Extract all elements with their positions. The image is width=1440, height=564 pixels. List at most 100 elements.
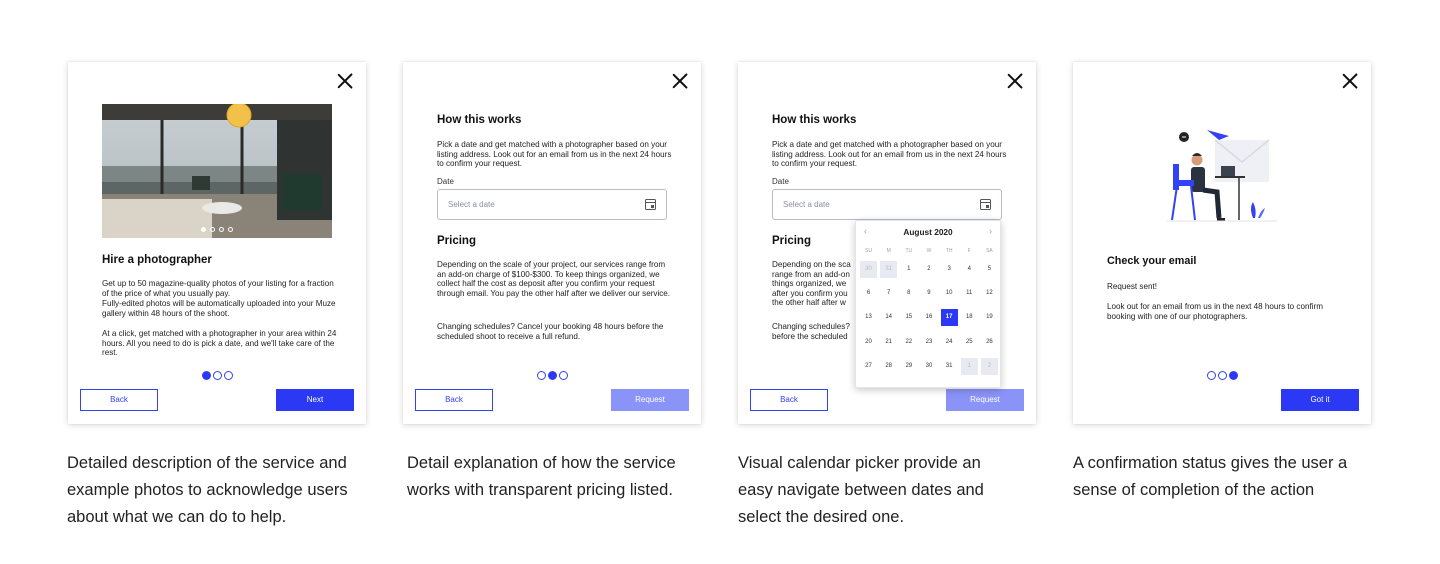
calendar-day[interactable]: 12 <box>981 285 998 302</box>
date-placeholder: Select a date <box>783 200 830 209</box>
caption-step-2: Detail explanation of how the service wo… <box>407 454 676 499</box>
next-button[interactable]: Next <box>276 389 354 411</box>
calendar-day[interactable]: 19 <box>981 309 998 326</box>
calendar-day[interactable]: 20 <box>860 334 877 351</box>
request-button[interactable]: Request <box>946 389 1024 411</box>
confirmation-title: Check your email <box>1107 255 1197 267</box>
step-dot-active <box>547 371 557 380</box>
calendar-day[interactable]: 31 <box>941 358 958 375</box>
calendar-day[interactable]: 15 <box>900 309 917 326</box>
how-this-works-text: Pick a date and get matched with a photo… <box>772 140 1007 169</box>
date-label: Date <box>437 177 454 186</box>
calendar-day[interactable]: 16 <box>920 309 937 326</box>
calendar-day[interactable]: 4 <box>961 261 978 278</box>
close-icon[interactable] <box>336 72 354 90</box>
request-status: Request sent! <box>1107 282 1157 291</box>
calendar-day[interactable]: 9 <box>920 285 937 302</box>
calendar-day[interactable]: 10 <box>941 285 958 302</box>
calendar-day[interactable]: 25 <box>961 334 978 351</box>
calendar-day-outside: 2 <box>980 357 998 375</box>
date-picker-field[interactable]: Select a date <box>437 189 667 220</box>
carousel-dot[interactable] <box>219 227 224 232</box>
step-dot <box>536 371 546 380</box>
weekday-label: SU <box>865 248 872 254</box>
step-dot <box>1206 371 1216 380</box>
intro-paragraph-2: Fully-edited photos will be automaticall… <box>102 299 336 318</box>
how-this-works-heading: How this works <box>437 114 522 126</box>
confirmation-modal: Check your email Request sent! Look out … <box>1073 62 1371 424</box>
step-dot <box>1217 371 1227 380</box>
calendar-day[interactable]: 8 <box>900 285 917 302</box>
pricing-heading: Pricing <box>437 235 476 247</box>
request-button[interactable]: Request <box>611 389 689 411</box>
weekday-label: TU <box>905 248 913 254</box>
cancellation-text: Changing schedules? Cancel your booking … <box>437 322 664 341</box>
caption-step-3: Visual calendar picker provide an easy n… <box>738 454 984 526</box>
calendar-day-outside: 30 <box>860 260 877 278</box>
caption-step-4: A confirmation status gives the user a s… <box>1073 454 1348 499</box>
step-dot <box>558 371 568 380</box>
step-indicator <box>403 371 701 380</box>
calendar-day[interactable]: 29 <box>900 358 917 375</box>
step-dot <box>223 371 233 380</box>
back-button[interactable]: Back <box>415 389 493 411</box>
living-room-photo <box>102 104 332 238</box>
calendar-day[interactable]: 11 <box>961 285 978 302</box>
carousel-dot[interactable] <box>210 227 215 232</box>
step-dot-active <box>201 371 211 380</box>
got-it-button[interactable]: Got it <box>1281 389 1359 411</box>
close-icon[interactable] <box>671 72 689 90</box>
weekday-label: W <box>926 248 932 254</box>
carousel-dot[interactable] <box>228 227 233 232</box>
calendar-day[interactable]: 22 <box>900 334 917 351</box>
pricing-line: Depending on the sca <box>772 260 851 269</box>
calendar-day[interactable]: 24 <box>941 334 958 351</box>
how-it-works-modal: How this works Pick a date and get match… <box>403 62 701 424</box>
back-button[interactable]: Back <box>80 389 158 411</box>
calendar-day[interactable]: 14 <box>880 309 897 326</box>
weekday-label: F <box>967 248 971 254</box>
calendar-day[interactable]: 13 <box>860 309 877 326</box>
weekday-label: SA <box>986 248 993 254</box>
email-sent-illustration <box>1167 130 1277 222</box>
listing-photo-carousel[interactable] <box>102 104 332 238</box>
weekday-label: M <box>886 248 891 254</box>
calendar-grid: SU M TU W TH F SA 30 31 1 2 3 4 5 6 7 8 9 10 11 12 13 14 15 16 17… <box>860 245 998 378</box>
calendar-day[interactable]: 28 <box>880 358 897 375</box>
cancellation-line: Changing schedules? <box>772 322 850 331</box>
date-placeholder: Select a date <box>448 200 495 209</box>
calendar-day[interactable]: 18 <box>961 309 978 326</box>
pricing-line: things organized, we <box>772 279 847 289</box>
calendar-day[interactable]: 3 <box>941 261 958 278</box>
calendar-day[interactable]: 1 <box>900 261 917 278</box>
step-indicator <box>68 371 366 380</box>
calendar-day[interactable]: 7 <box>880 285 897 302</box>
calendar-day-selected[interactable]: 17 <box>940 309 958 327</box>
cancellation-text-truncated: Changing schedules? before the scheduled <box>772 322 858 341</box>
calendar-day[interactable]: 21 <box>880 334 897 351</box>
pricing-line: the other half after w <box>772 298 846 308</box>
calendar-day[interactable]: 6 <box>860 285 877 302</box>
hire-photographer-modal: Hire a photographer Get up to 50 magazin… <box>68 62 366 424</box>
calendar-day[interactable]: 26 <box>981 334 998 351</box>
calendar-day-outside: 1 <box>960 357 978 375</box>
pricing-text-truncated: Depending on the sca range from an add-o… <box>772 260 858 308</box>
close-icon[interactable] <box>1341 72 1359 90</box>
carousel-dot[interactable] <box>201 227 206 232</box>
date-picker-field[interactable]: Select a date <box>772 189 1002 220</box>
calendar-day[interactable]: 27 <box>860 358 877 375</box>
intro-paragraph-1: Get up to 50 magazine-quality photos of … <box>102 279 334 298</box>
calendar-day[interactable]: 5 <box>981 261 998 278</box>
weekday-label: TH <box>945 248 953 254</box>
weekday-header-row: SU M TU W TH F SA <box>860 245 998 257</box>
calendar-icon[interactable] <box>980 199 991 210</box>
how-this-works-text: Pick a date and get matched with a photo… <box>437 140 672 169</box>
calendar-day[interactable]: 2 <box>920 261 937 278</box>
calendar-day[interactable]: 23 <box>920 334 937 351</box>
next-month-icon[interactable]: › <box>989 226 992 236</box>
calendar-day[interactable]: 30 <box>920 358 937 375</box>
calendar-icon[interactable] <box>645 199 656 210</box>
calendar-month-title: August 2020 <box>903 227 953 237</box>
back-button[interactable]: Back <box>750 389 828 411</box>
close-icon[interactable] <box>1006 72 1024 90</box>
